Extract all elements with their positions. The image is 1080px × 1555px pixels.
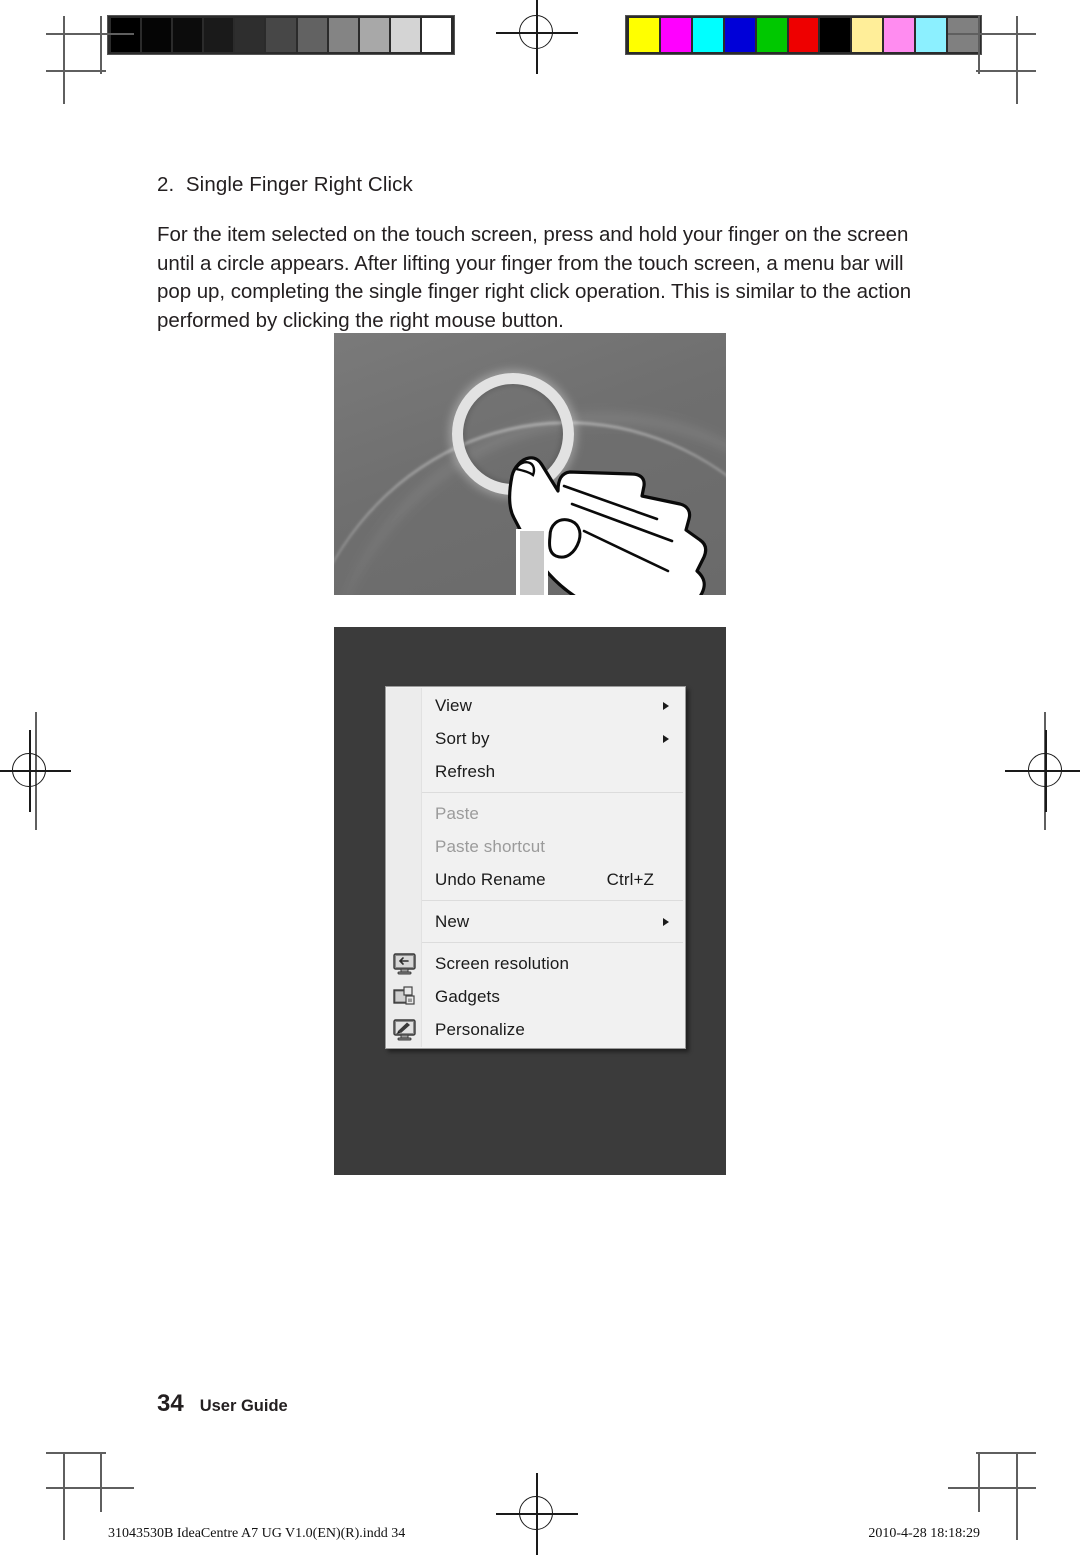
crop-mark-tl-h2 [46,70,106,72]
gadgets-icon [393,986,415,1005]
calibration-swatch-6 [297,18,327,52]
menu-item-new[interactable]: New [386,905,685,938]
calibration-swatch-9 [916,18,947,52]
chevron-right-icon [663,734,669,743]
menu-separator [422,792,683,793]
page-title: 2. Single Finger Right Click [157,173,413,196]
crop-mark-bl-v2 [100,1454,102,1512]
registration-mark-top [496,0,578,74]
page-footer: 34 User Guide [157,1390,288,1418]
calibration-swatch-0 [111,18,141,52]
crop-mark-tr-v [1016,16,1018,104]
calibration-swatch-6 [820,18,851,52]
crop-mark-bl-h2 [46,1452,106,1454]
context-menu-group: New [386,905,685,938]
crop-mark-bl-h [46,1487,134,1489]
menu-item-label: Sort by [435,728,490,748]
calibration-swatch-5 [266,18,296,52]
menu-item-refresh[interactable]: Refresh [386,755,685,788]
calibration-swatch-9 [390,18,420,52]
prepress-timestamp: 2010-4-28 18:18:29 [868,1526,980,1541]
menu-item-label: View [435,695,472,715]
page-number: 34 [157,1390,184,1417]
calibration-swatch-1 [142,18,172,52]
menu-item-label: Paste [435,803,479,823]
menu-item-label: Refresh [435,761,496,781]
crop-mark-tl-v2 [100,16,102,74]
menu-item-gadgets[interactable]: Gadgets [386,980,685,1013]
grayscale-calibration-bar [107,15,455,55]
calibration-swatch-4 [756,18,787,52]
context-menu[interactable]: View Sort by Refresh Paste Paste shortcu… [385,686,686,1049]
crop-mark-br-h2 [976,1452,1036,1454]
crop-mark-bl-v [63,1452,65,1540]
menu-item-label: New [435,911,470,931]
desktop-screenshot: View Sort by Refresh Paste Paste shortcu… [334,627,726,1175]
menu-item-label: Undo Rename [435,869,546,889]
calibration-swatch-2 [692,18,723,52]
chevron-right-icon [663,917,669,926]
calibration-swatch-7 [852,18,883,52]
menu-separator [422,900,683,901]
menu-item-undo-rename[interactable]: Undo Rename Ctrl+Z [386,863,685,896]
calibration-swatch-10 [421,18,452,52]
calibration-swatch-0 [629,18,659,52]
chevron-right-icon [663,701,669,710]
context-menu-group: Screen resolution Gadgets Personalize [386,947,685,1046]
figure-stack: View Sort by Refresh Paste Paste shortcu… [334,333,726,1175]
menu-item-shortcut: Ctrl+Z [606,869,654,889]
calibration-swatch-8 [359,18,389,52]
crop-mark-br-h [948,1487,1036,1489]
calibration-swatch-2 [173,18,203,52]
personalize-icon [393,1019,416,1041]
crop-mark-tr-h [948,33,1036,35]
calibration-swatch-7 [328,18,358,52]
crop-mark-br-v2 [978,1454,980,1512]
page-content: 2. Single Finger Right Click For the ite… [157,170,917,335]
calibration-swatch-1 [660,18,691,52]
menu-item-label: Screen resolution [435,953,569,973]
body-paragraph: For the item selected on the touch scree… [157,223,912,332]
calibration-swatch-3 [204,18,234,52]
crop-mark-tl-h [46,33,134,35]
menu-item-view[interactable]: View [386,689,685,722]
touch-screen-photo [334,333,726,595]
menu-separator [422,942,683,943]
calibration-swatch-3 [724,18,755,52]
menu-item-label: Paste shortcut [435,836,546,856]
registration-mark-right [1005,730,1080,812]
monitor-icon [393,953,416,975]
registration-mark-left [0,730,71,812]
prepress-filename: 31043530B IdeaCentre A7 UG V1.0(EN)(R).i… [108,1526,406,1541]
crop-mark-tl-v [63,16,65,104]
menu-item-paste: Paste [386,797,685,830]
menu-item-label: Gadgets [435,986,500,1006]
context-menu-group: View Sort by Refresh [386,689,685,788]
menu-item-personalize[interactable]: Personalize [386,1013,685,1046]
calibration-swatch-10 [948,18,978,52]
menu-item-sort-by[interactable]: Sort by [386,722,685,755]
calibration-swatch-5 [788,18,819,52]
crop-mark-tr-v2 [978,16,980,74]
menu-item-paste-shortcut: Paste shortcut [386,830,685,863]
menu-item-label: Personalize [435,1019,525,1039]
crop-mark-br-v [1016,1452,1018,1540]
calibration-swatch-8 [884,18,915,52]
context-menu-group: Paste Paste shortcut Undo Rename Ctrl+Z [386,797,685,896]
running-head: User Guide [199,1397,288,1415]
menu-item-screen-resolution[interactable]: Screen resolution [386,947,685,980]
crop-mark-tr-h2 [976,70,1036,72]
registration-mark-bottom [496,1473,578,1555]
color-calibration-bar [625,15,982,55]
down-arrow-icon [516,529,548,595]
calibration-swatch-4 [235,18,265,52]
